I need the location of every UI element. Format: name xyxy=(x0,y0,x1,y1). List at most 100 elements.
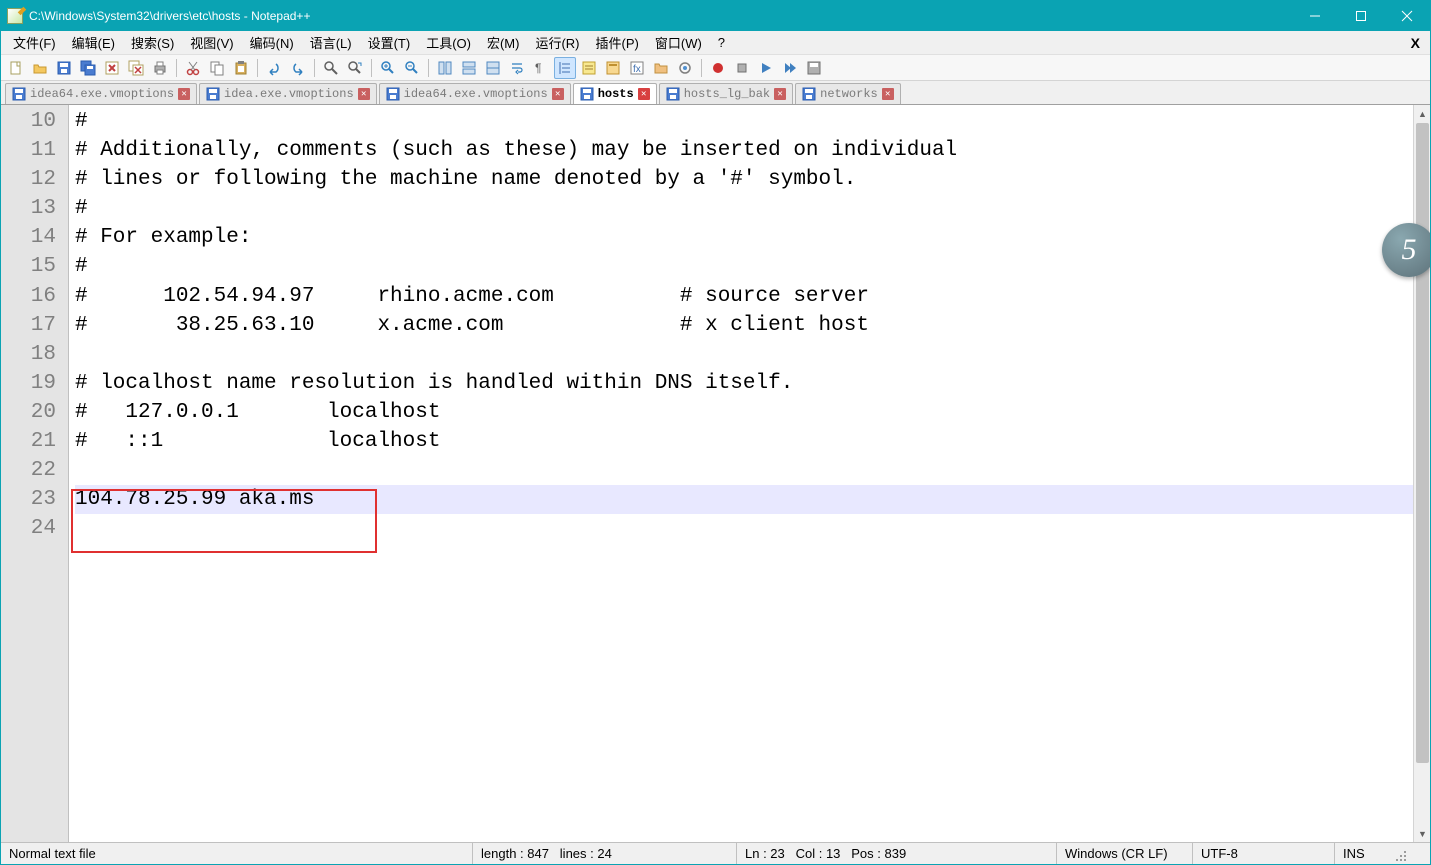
status-ins[interactable]: INS xyxy=(1335,843,1391,864)
menu-encoding[interactable]: 编码(N) xyxy=(242,30,302,55)
close-all-icon[interactable] xyxy=(125,57,147,79)
record-macro-icon[interactable] xyxy=(707,57,729,79)
tab-close-icon[interactable]: ✕ xyxy=(178,88,190,100)
code-line[interactable]: # localhost name resolution is handled w… xyxy=(75,369,1430,398)
resize-grip[interactable] xyxy=(1391,843,1409,864)
play-macro-icon[interactable] xyxy=(755,57,777,79)
zoom-out-icon[interactable] xyxy=(401,57,423,79)
code-line[interactable]: # Additionally, comments (such as these)… xyxy=(75,136,1430,165)
status-encoding[interactable]: UTF-8 xyxy=(1193,843,1335,864)
save-all-icon[interactable] xyxy=(77,57,99,79)
line-number[interactable]: 14 xyxy=(1,223,56,252)
wrap-icon[interactable] xyxy=(506,57,528,79)
vertical-scrollbar[interactable]: ▲ ▼ xyxy=(1413,105,1430,842)
line-number[interactable]: 23 xyxy=(1,485,56,514)
file-tab[interactable]: idea.exe.vmoptions✕ xyxy=(199,83,377,104)
undo-icon[interactable] xyxy=(263,57,285,79)
func-list-icon[interactable]: fx xyxy=(626,57,648,79)
code-line[interactable]: 104.78.25.99 aka.ms xyxy=(75,485,1430,514)
monitor-icon[interactable] xyxy=(674,57,696,79)
menu-tools[interactable]: 工具(O) xyxy=(418,30,479,55)
line-number[interactable]: 15 xyxy=(1,252,56,281)
scroll-down-arrow-icon[interactable]: ▼ xyxy=(1414,825,1430,842)
code-line[interactable]: # xyxy=(75,107,1430,136)
menu-plugins[interactable]: 插件(P) xyxy=(588,30,647,55)
redo-icon[interactable] xyxy=(287,57,309,79)
line-number[interactable]: 18 xyxy=(1,340,56,369)
cut-icon[interactable] xyxy=(182,57,204,79)
replace-icon[interactable] xyxy=(344,57,366,79)
indent-guide-icon[interactable] xyxy=(554,57,576,79)
line-number[interactable]: 21 xyxy=(1,427,56,456)
line-number[interactable]: 16 xyxy=(1,282,56,311)
code-line[interactable]: # xyxy=(75,252,1430,281)
menu-file[interactable]: 文件(F) xyxy=(5,30,64,55)
play-multi-icon[interactable] xyxy=(779,57,801,79)
code-line[interactable]: # 38.25.63.10 x.acme.com # x client host xyxy=(75,311,1430,340)
user-define-icon[interactable] xyxy=(578,57,600,79)
code-line[interactable]: # ::1 localhost xyxy=(75,427,1430,456)
print-icon[interactable] xyxy=(149,57,171,79)
code-line[interactable]: # For example: xyxy=(75,223,1430,252)
line-number[interactable]: 11 xyxy=(1,136,56,165)
title-bar[interactable]: C:\Windows\System32\drivers\etc\hosts - … xyxy=(1,1,1430,31)
menubar-close-icon[interactable]: X xyxy=(1407,35,1424,51)
line-number[interactable]: 10 xyxy=(1,107,56,136)
tab-close-icon[interactable]: ✕ xyxy=(358,88,370,100)
line-number[interactable]: 17 xyxy=(1,311,56,340)
doc-map-icon[interactable] xyxy=(602,57,624,79)
tab-close-icon[interactable]: ✕ xyxy=(552,88,564,100)
folder-view-icon[interactable] xyxy=(650,57,672,79)
find-icon[interactable] xyxy=(320,57,342,79)
file-tab[interactable]: idea64.exe.vmoptions✕ xyxy=(379,83,571,104)
scroll-thumb[interactable] xyxy=(1416,123,1429,763)
close-button[interactable] xyxy=(1384,1,1430,31)
line-number[interactable]: 20 xyxy=(1,398,56,427)
code-line[interactable]: # lines or following the machine name de… xyxy=(75,165,1430,194)
menu-window[interactable]: 窗口(W) xyxy=(647,30,710,55)
line-number[interactable]: 22 xyxy=(1,456,56,485)
tab-close-icon[interactable]: ✕ xyxy=(638,88,650,100)
zoom-in-icon[interactable] xyxy=(377,57,399,79)
code-line[interactable]: # 127.0.0.1 localhost xyxy=(75,398,1430,427)
code-line[interactable] xyxy=(75,340,1430,369)
maximize-button[interactable] xyxy=(1338,1,1384,31)
menu-search[interactable]: 搜索(S) xyxy=(123,30,182,55)
menu-edit[interactable]: 编辑(E) xyxy=(64,30,123,55)
open-file-icon[interactable] xyxy=(29,57,51,79)
code-line[interactable]: # xyxy=(75,194,1430,223)
line-number[interactable]: 12 xyxy=(1,165,56,194)
scroll-up-arrow-icon[interactable]: ▲ xyxy=(1414,105,1430,122)
menu-macro[interactable]: 宏(M) xyxy=(479,30,528,55)
new-file-icon[interactable] xyxy=(5,57,27,79)
menu-settings[interactable]: 设置(T) xyxy=(360,30,419,55)
file-tab[interactable]: idea64.exe.vmoptions✕ xyxy=(5,83,197,104)
line-number[interactable]: 19 xyxy=(1,369,56,398)
save-macro-icon[interactable] xyxy=(803,57,825,79)
save-icon[interactable] xyxy=(53,57,75,79)
code-line[interactable]: # 102.54.94.97 rhino.acme.com # source s… xyxy=(75,282,1430,311)
status-eol[interactable]: Windows (CR LF) xyxy=(1057,843,1193,864)
tab-close-icon[interactable]: ✕ xyxy=(774,88,786,100)
copy-icon[interactable] xyxy=(206,57,228,79)
file-tab[interactable]: networks✕ xyxy=(795,83,901,104)
minimize-button[interactable] xyxy=(1292,1,1338,31)
file-tab[interactable]: hosts✕ xyxy=(573,83,657,104)
file-tab[interactable]: hosts_lg_bak✕ xyxy=(659,83,793,104)
paste-icon[interactable] xyxy=(230,57,252,79)
sync-h-icon[interactable] xyxy=(458,57,480,79)
menu-help[interactable]: ? xyxy=(710,32,733,53)
line-number[interactable]: 24 xyxy=(1,514,56,543)
show-all-chars-icon[interactable]: ¶ xyxy=(530,57,552,79)
menu-language[interactable]: 语言(L) xyxy=(302,30,360,55)
stop-macro-icon[interactable] xyxy=(731,57,753,79)
sync-scroll-icon[interactable] xyxy=(482,57,504,79)
close-file-icon[interactable] xyxy=(101,57,123,79)
menu-run[interactable]: 运行(R) xyxy=(527,30,587,55)
line-gutter[interactable]: 101112131415161718192021222324 xyxy=(1,105,69,842)
sync-v-icon[interactable] xyxy=(434,57,456,79)
code-area[interactable]: ## Additionally, comments (such as these… xyxy=(69,105,1430,842)
line-number[interactable]: 13 xyxy=(1,194,56,223)
tab-close-icon[interactable]: ✕ xyxy=(882,88,894,100)
menu-view[interactable]: 视图(V) xyxy=(182,30,241,55)
